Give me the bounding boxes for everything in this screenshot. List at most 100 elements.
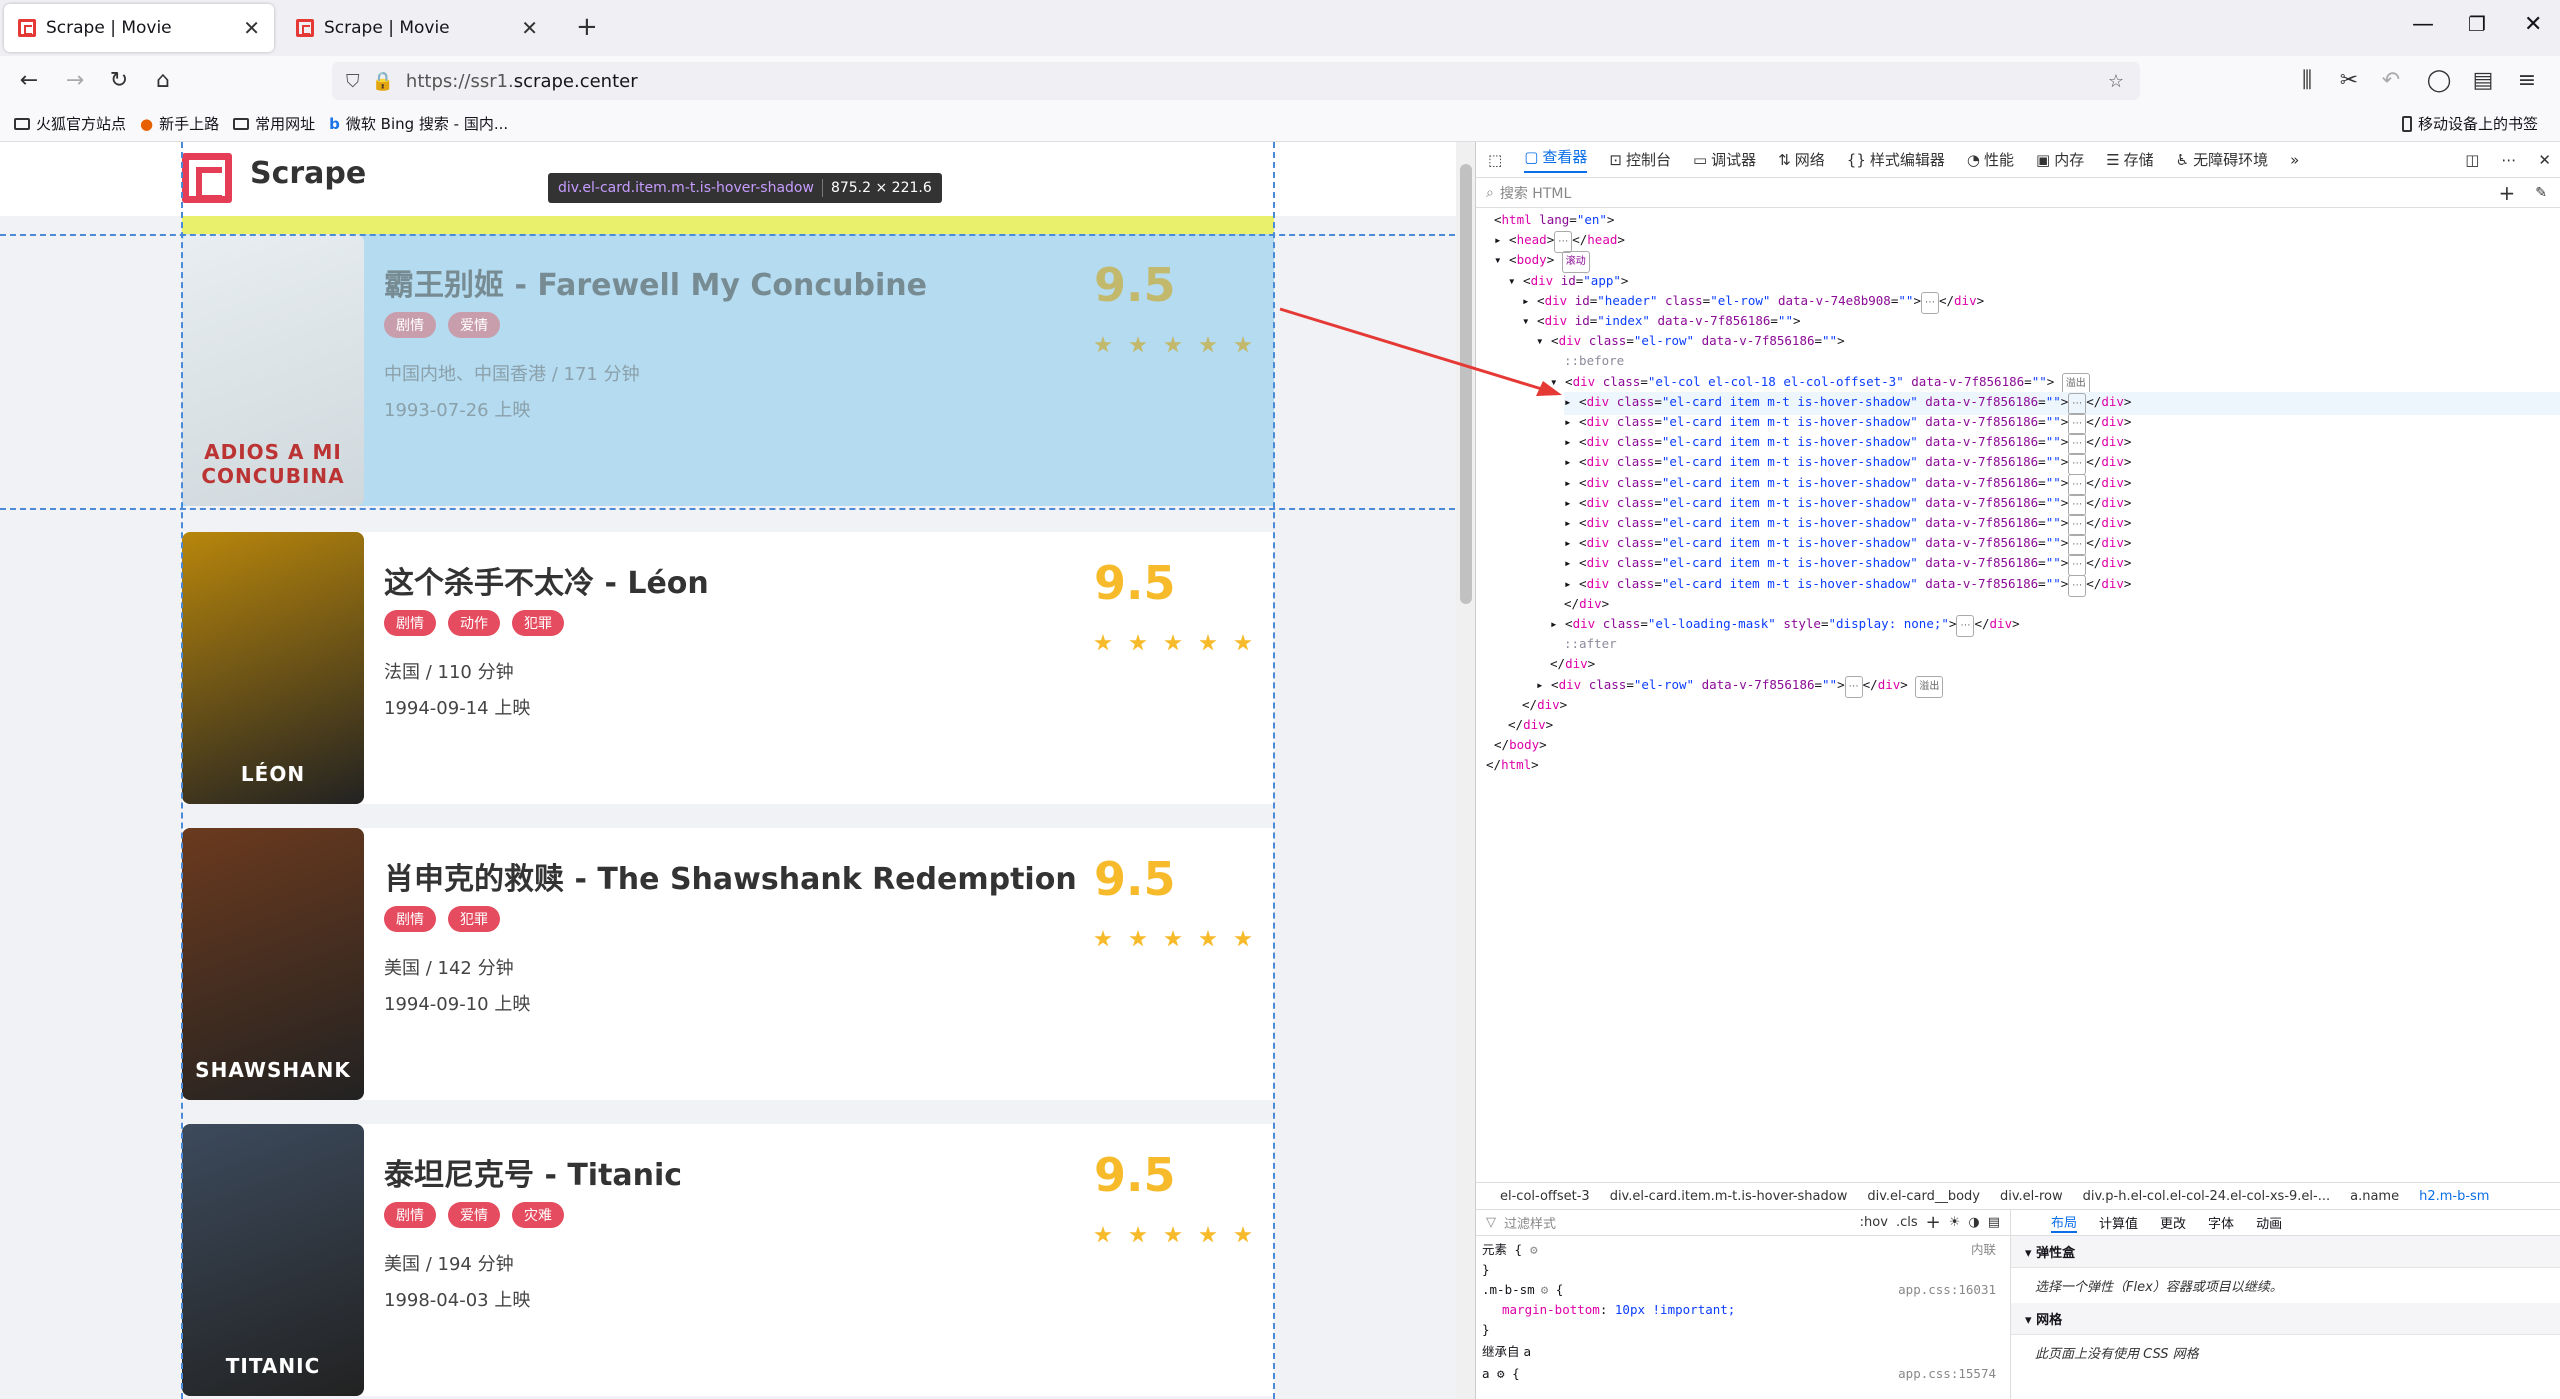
gear-icon[interactable]: ⚙ bbox=[1541, 1280, 1549, 1300]
movie-title[interactable]: 肖申克的救赎 - The Shawshank Redemption bbox=[384, 854, 1077, 898]
movie-card[interactable]: SHAWSHANK 肖申克的救赎 - The Shawshank Redempti… bbox=[182, 828, 1274, 1100]
rule-prop[interactable]: margin-bottom bbox=[1502, 1302, 1600, 1317]
markup-node[interactable]: <html lang="en"> bbox=[1494, 210, 1614, 230]
rule-source[interactable]: app.css:16031 bbox=[1898, 1280, 1996, 1300]
movie-title[interactable]: 这个杀手不太冷 - Léon bbox=[384, 558, 709, 602]
brand-title[interactable]: Scrape bbox=[250, 156, 366, 191]
movie-title[interactable]: 泰坦尼克号 - Titanic bbox=[384, 1150, 682, 1194]
home-icon[interactable]: ⌂ bbox=[150, 68, 176, 94]
movie-poster[interactable]: LÉON bbox=[182, 532, 364, 804]
breadcrumb-item[interactable]: div.el-row bbox=[2000, 1189, 2063, 1204]
genre-tag[interactable]: 剧情 bbox=[384, 610, 436, 636]
add-node-icon[interactable]: + bbox=[2499, 181, 2516, 205]
minimize-button[interactable]: — bbox=[2412, 12, 2434, 37]
reload-icon[interactable]: ↻ bbox=[106, 68, 132, 94]
more-options-icon[interactable]: ⋯ bbox=[2501, 151, 2516, 169]
bookmark-item[interactable]: 火狐官方站点 bbox=[14, 113, 126, 134]
tab-storage[interactable]: ☰ 存储 bbox=[2106, 149, 2153, 170]
lock-icon[interactable]: 🔒 bbox=[372, 71, 394, 92]
cls-button[interactable]: .cls bbox=[1896, 1215, 1918, 1230]
restore-button[interactable]: ❐ bbox=[2468, 12, 2486, 36]
tab-inspector[interactable]: ▢ 查看器 bbox=[1524, 146, 1588, 173]
breadcrumb-item[interactable]: div.p-h.el-col.el-col-24.el-col-xs-9.el-… bbox=[2083, 1189, 2330, 1204]
grid-section[interactable]: ▾ 网格 bbox=[2011, 1303, 2560, 1335]
genre-tag[interactable]: 犯罪 bbox=[448, 906, 500, 932]
tab-style-editor[interactable]: {} 样式编辑器 bbox=[1847, 149, 1945, 170]
breadcrumb-item[interactable]: a.name bbox=[2350, 1189, 2399, 1204]
filter-styles-placeholder[interactable]: 过滤样式 bbox=[1504, 1213, 1556, 1232]
markup-node[interactable]: </div> bbox=[1564, 594, 1609, 614]
tab-accessibility[interactable]: ♿ 无障碍环境 bbox=[2176, 149, 2268, 170]
bookmark-item[interactable]: 常用网址 bbox=[233, 113, 315, 134]
dock-icon[interactable]: ◫ bbox=[2465, 151, 2479, 169]
bookmark-item[interactable]: ● 新手上路 bbox=[140, 113, 219, 134]
bookmark-star-icon[interactable]: ☆ bbox=[2108, 71, 2124, 92]
close-tab-icon[interactable]: ✕ bbox=[243, 16, 260, 40]
tab-debugger[interactable]: ▭ 调试器 bbox=[1693, 149, 1756, 170]
undo-icon[interactable]: ↶ bbox=[2378, 68, 2404, 94]
light-theme-icon[interactable]: ☀ bbox=[1949, 1215, 1961, 1230]
markup-node[interactable]: ::before bbox=[1564, 351, 1624, 371]
bookmark-item[interactable]: b 微软 Bing 搜索 - 国内... bbox=[329, 113, 508, 134]
markup-node[interactable]: </html> bbox=[1486, 755, 1539, 775]
markup-node[interactable]: ▸ <div class="el-loading-mask" style="di… bbox=[1550, 614, 2020, 637]
markup-node[interactable]: </body> bbox=[1494, 735, 1547, 755]
movie-card[interactable]: TITANIC 泰坦尼克号 - Titanic 剧情 爱情 灾难 美国 / 194 分钟 1… bbox=[182, 1124, 1274, 1396]
breadcrumb-item[interactable]: el-col-offset-3 bbox=[1500, 1189, 1590, 1204]
tab-console[interactable]: ⊡ 控制台 bbox=[1609, 149, 1671, 170]
rule2-source[interactable]: app.css:15574 bbox=[1898, 1364, 1996, 1384]
movie-poster[interactable]: TITANIC bbox=[182, 1124, 364, 1396]
markup-node[interactable]: ::after bbox=[1564, 634, 1617, 654]
new-tab-button[interactable]: + bbox=[576, 12, 598, 42]
dark-theme-icon[interactable]: ◑ bbox=[1968, 1215, 1979, 1230]
markup-node[interactable]: ▸ <div class="el-row" data-v-7f856186=""… bbox=[1536, 675, 1944, 698]
movie-title[interactable]: 霸王别姬 - Farewell My Concubine bbox=[384, 260, 927, 304]
forward-icon[interactable]: → bbox=[62, 68, 88, 94]
breadcrumb-item-current[interactable]: h2.m-b-sm bbox=[2419, 1189, 2489, 1204]
subtab-fonts[interactable]: 字体 bbox=[2208, 1213, 2234, 1232]
menu-icon[interactable]: ≡ bbox=[2514, 68, 2540, 94]
close-window-button[interactable]: ✕ bbox=[2524, 12, 2542, 37]
shield-icon[interactable]: ⛉ bbox=[346, 71, 360, 92]
movie-poster[interactable]: ADIOS A MI CONCUBINA bbox=[182, 234, 364, 506]
genre-tag[interactable]: 犯罪 bbox=[512, 610, 564, 636]
hov-button[interactable]: :hov bbox=[1860, 1215, 1888, 1230]
markup-node[interactable]: ▸ <div class="el-card item m-t is-hover-… bbox=[1564, 574, 2131, 597]
screenshot-icon[interactable]: ✂ bbox=[2336, 68, 2362, 94]
genre-tag[interactable]: 剧情 bbox=[384, 906, 436, 932]
genre-tag[interactable]: 爱情 bbox=[448, 312, 500, 338]
markup-node[interactable]: ▾ <div id="app"> bbox=[1508, 271, 1628, 291]
flex-section[interactable]: ▾ 弹性盒 bbox=[2011, 1236, 2560, 1268]
html-search[interactable]: ⌕ 搜索 HTML + ✎ bbox=[1476, 178, 2560, 208]
pick-element-icon[interactable]: ⬚ bbox=[1488, 151, 1502, 169]
breadcrumb-item[interactable]: div.el-card.item.m-t.is-hover-shadow bbox=[1610, 1189, 1848, 1204]
more-tabs-icon[interactable]: » bbox=[2290, 151, 2299, 169]
tab-network[interactable]: ⇅ 网络 bbox=[1778, 149, 1825, 170]
library-icon[interactable]: ⫼ bbox=[2294, 68, 2320, 94]
markup-node[interactable]: </div> bbox=[1550, 654, 1595, 674]
genre-tag[interactable]: 动作 bbox=[448, 610, 500, 636]
subtab-layout[interactable]: 布局 bbox=[2051, 1212, 2078, 1233]
genre-tag[interactable]: 剧情 bbox=[384, 1202, 436, 1228]
gear-icon[interactable]: ⚙ bbox=[1530, 1240, 1538, 1260]
subtab-changes[interactable]: 更改 bbox=[2160, 1213, 2186, 1232]
subtab-animations[interactable]: 动画 bbox=[2256, 1213, 2282, 1232]
tab-performance[interactable]: ◔ 性能 bbox=[1967, 149, 2014, 170]
markup-node[interactable]: ▾ <div id="index" data-v-7f856186=""> bbox=[1522, 311, 1801, 331]
movie-poster[interactable]: SHAWSHANK bbox=[182, 828, 364, 1100]
print-media-icon[interactable]: ▤ bbox=[1988, 1215, 2000, 1230]
breadcrumb-item[interactable]: div.el-card__body bbox=[1867, 1189, 1980, 1204]
tab-2[interactable]: Scrape | Movie ✕ bbox=[282, 4, 552, 52]
subtab-computed[interactable]: 计算值 bbox=[2099, 1213, 2138, 1232]
close-tab-icon[interactable]: ✕ bbox=[521, 16, 538, 40]
reader-icon[interactable]: ▤ bbox=[2470, 68, 2496, 94]
markup-node[interactable]: </div> bbox=[1508, 715, 1553, 735]
movie-card[interactable]: ADIOS A MI CONCUBINA 霸王别姬 - Farewell My C… bbox=[182, 234, 1274, 506]
tab-1[interactable]: Scrape | Movie ✕ bbox=[4, 4, 274, 52]
back-icon[interactable]: ← bbox=[16, 68, 42, 94]
markup-node[interactable]: ▾ <div class="el-row" data-v-7f856186=""… bbox=[1536, 331, 1845, 351]
scrape-logo-icon[interactable] bbox=[182, 153, 232, 203]
markup-node[interactable]: </div> bbox=[1522, 695, 1567, 715]
add-rule-icon[interactable]: + bbox=[1926, 1212, 1941, 1233]
mobile-bookmarks[interactable]: 移动设备上的书签 bbox=[2401, 113, 2538, 134]
